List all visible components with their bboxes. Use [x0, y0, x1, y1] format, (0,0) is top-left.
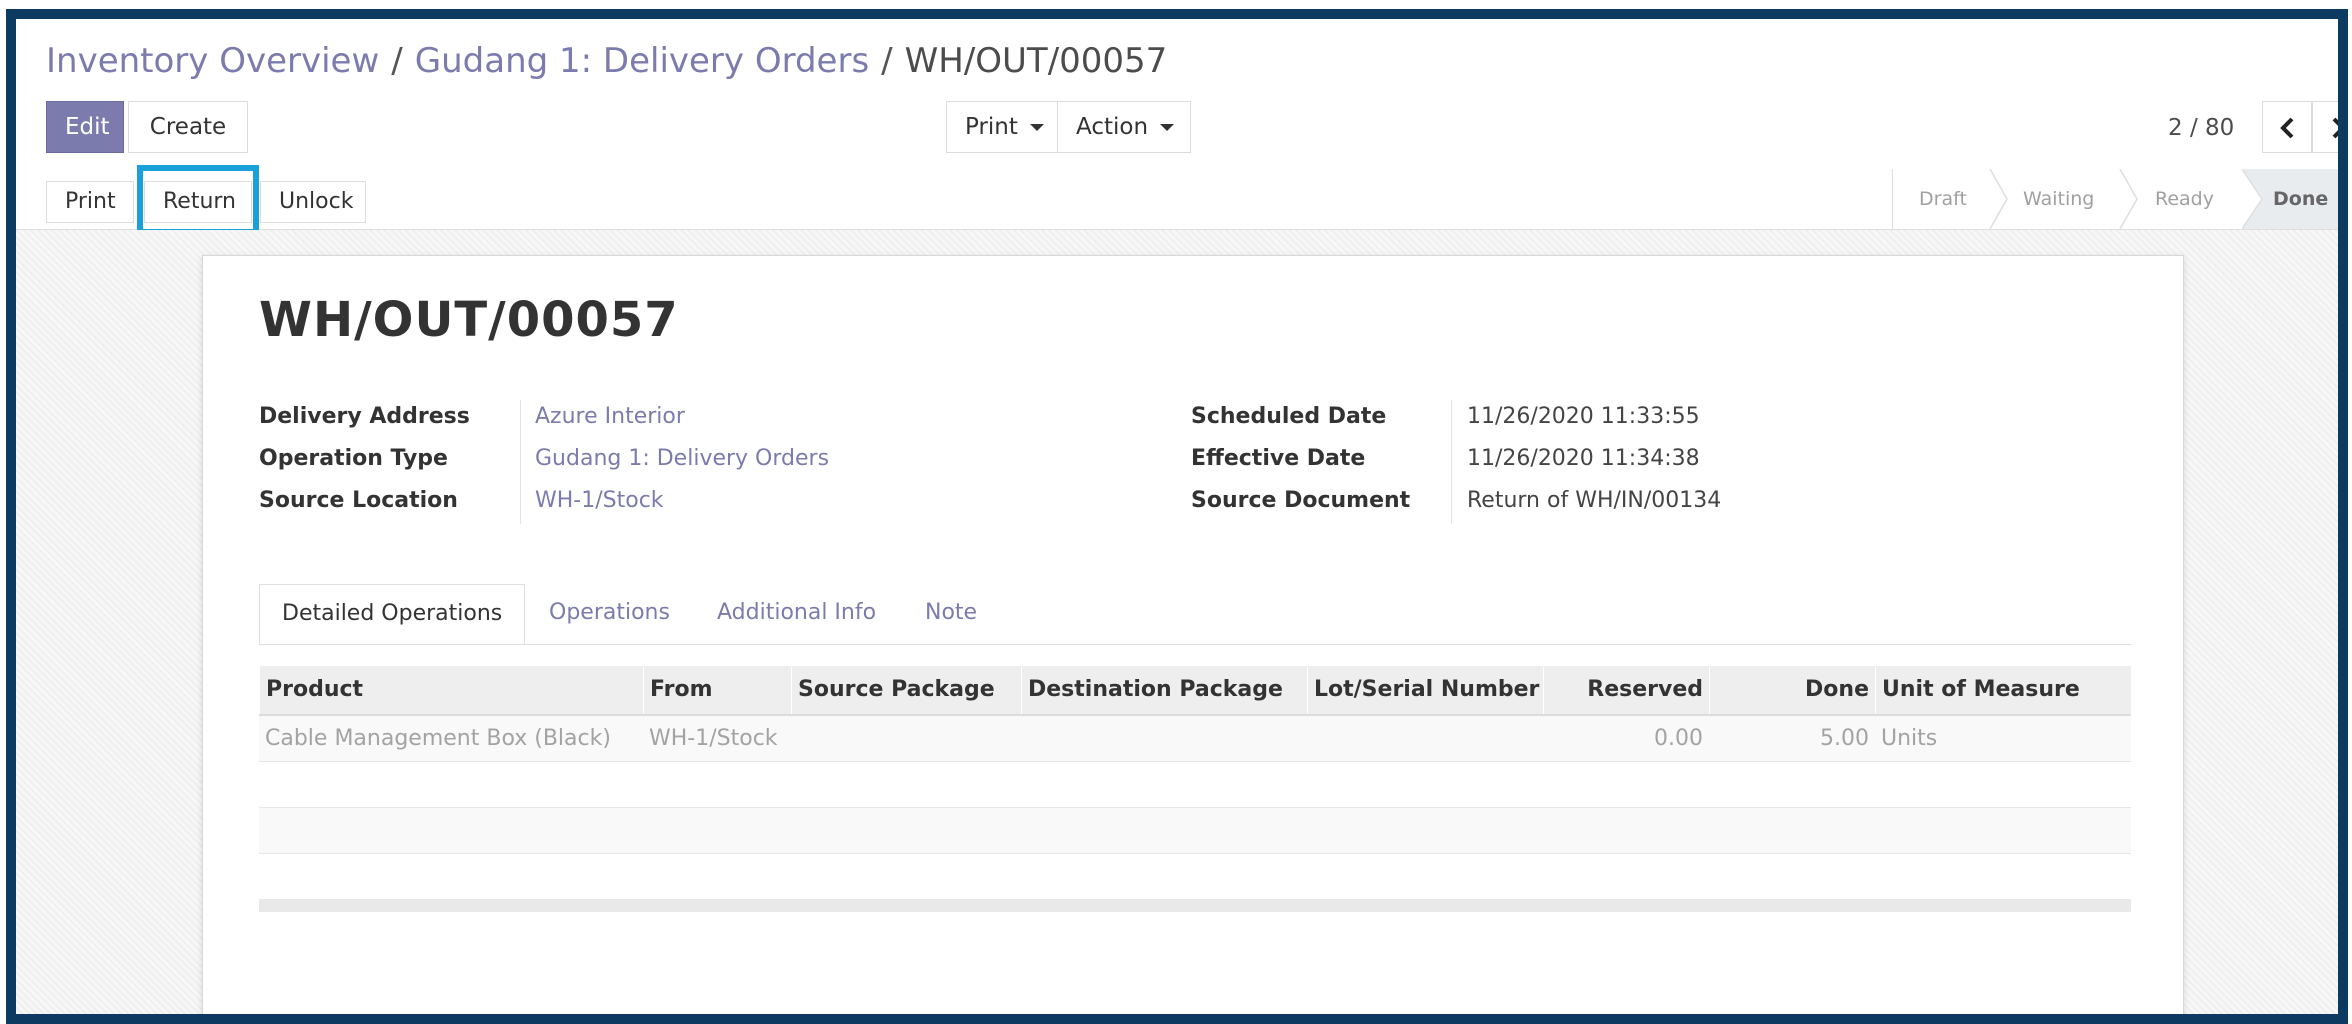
return-highlight [137, 165, 259, 235]
column-unit-of-measure[interactable]: Unit of Measure [1875, 666, 2131, 714]
form-sheet: WH/OUT/00057 Delivery Address Operation … [202, 255, 2184, 1014]
pager-previous-button[interactable] [2262, 101, 2312, 153]
detailed-operations-table: Product From Source Package Destination … [259, 666, 2131, 912]
tab-detailed-operations[interactable]: Detailed Operations [259, 584, 526, 644]
breadcrumb-separator: / [881, 41, 893, 81]
app-window: Inventory Overview / Gudang 1: Delivery Or… [6, 9, 2348, 1024]
breadcrumb: Inventory Overview / Gudang 1: Delivery Or… [46, 41, 1167, 81]
operation-type-value[interactable]: Gudang 1: Delivery Orders [535, 446, 829, 471]
action-dropdown-label: Action [1076, 114, 1149, 140]
notebook-tabs: Detailed Operations Operations Additiona… [259, 584, 2131, 645]
record-title: WH/OUT/00057 [259, 292, 679, 348]
status-steps: Draft Waiting Ready Done [1892, 169, 2338, 229]
chevron-right-icon [2332, 117, 2338, 139]
chevron-left-icon [2280, 117, 2294, 139]
caret-down-icon [1029, 124, 1044, 131]
caret-down-icon [1160, 124, 1175, 131]
edit-button[interactable]: Edit [46, 101, 124, 153]
effective-date-value: 11/26/2020 11:34:38 [1467, 446, 1700, 471]
field-divider [1451, 400, 1452, 524]
table-header: Product From Source Package Destination … [259, 666, 2131, 716]
unlock-button[interactable]: Unlock [260, 181, 366, 223]
table-footer [259, 900, 2131, 912]
empty-row [259, 762, 2131, 808]
step-separator-icon [2119, 169, 2138, 229]
step-separator-icon [1989, 169, 2008, 229]
cell-source-package [791, 716, 1021, 761]
effective-date-label: Effective Date [1191, 446, 1366, 471]
pager-counter: 2 / 80 [2168, 115, 2235, 141]
empty-row [259, 854, 2131, 900]
status-step-waiting[interactable]: Waiting [2023, 169, 2094, 229]
tab-operations[interactable]: Operations [549, 584, 670, 642]
scheduled-date-value: 11/26/2020 11:33:55 [1467, 404, 1700, 429]
column-source-package[interactable]: Source Package [791, 666, 1021, 714]
table-row[interactable]: Cable Management Box (Black) WH-1/Stock … [259, 716, 2131, 762]
cell-lot-serial-number [1307, 716, 1543, 761]
tab-note[interactable]: Note [925, 584, 977, 642]
source-location-value[interactable]: WH-1/Stock [535, 488, 664, 513]
field-divider [520, 400, 521, 524]
column-destination-package[interactable]: Destination Package [1021, 666, 1307, 714]
source-location-label: Source Location [259, 488, 458, 513]
column-done[interactable]: Done [1709, 666, 1875, 714]
status-step-ready[interactable]: Ready [2155, 169, 2214, 229]
operation-type-label: Operation Type [259, 446, 448, 471]
column-from[interactable]: From [643, 666, 791, 714]
tab-additional-info[interactable]: Additional Info [717, 584, 876, 642]
source-document-value: Return of WH/IN/00134 [1467, 488, 1722, 513]
cell-done: 5.00 [1820, 726, 1869, 751]
cell-product: Cable Management Box (Black) [265, 726, 611, 751]
cell-unit-of-measure: Units [1881, 726, 1938, 751]
status-step-draft[interactable]: Draft [1919, 169, 1967, 229]
source-document-label: Source Document [1191, 488, 1411, 513]
scheduled-date-label: Scheduled Date [1191, 404, 1387, 429]
cell-destination-package [1021, 716, 1307, 761]
column-product[interactable]: Product [259, 666, 643, 714]
delivery-address-label: Delivery Address [259, 404, 470, 429]
step-arrow-icon [2242, 169, 2263, 229]
breadcrumb-delivery-orders[interactable]: Gudang 1: Delivery Orders [415, 41, 869, 81]
print-button[interactable]: Print [46, 181, 134, 223]
pager-next-button[interactable] [2312, 101, 2338, 153]
create-button[interactable]: Create [128, 101, 248, 153]
breadcrumb-current: WH/OUT/00057 [904, 41, 1168, 81]
cell-from: WH-1/Stock [649, 726, 778, 751]
breadcrumb-separator: / [391, 41, 403, 81]
print-dropdown-label: Print [965, 114, 1018, 140]
column-lot-serial-number[interactable]: Lot/Serial Number [1307, 666, 1543, 714]
empty-row [259, 808, 2131, 854]
delivery-address-value[interactable]: Azure Interior [535, 404, 685, 429]
action-dropdown[interactable]: Action [1057, 101, 1191, 153]
breadcrumb-inventory-overview[interactable]: Inventory Overview [46, 41, 379, 81]
column-reserved[interactable]: Reserved [1543, 666, 1709, 714]
print-dropdown[interactable]: Print [946, 101, 1058, 153]
cell-reserved: 0.00 [1654, 726, 1703, 751]
